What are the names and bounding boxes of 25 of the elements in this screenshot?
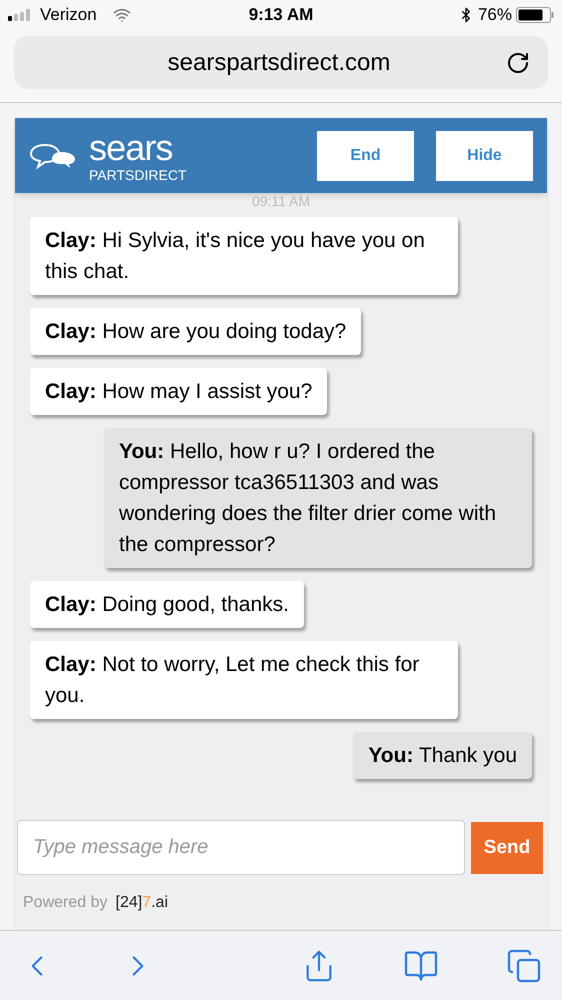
- send-button[interactable]: Send: [471, 822, 543, 874]
- message-input[interactable]: Type message here: [17, 820, 465, 875]
- wifi-icon: [112, 6, 131, 24]
- chat-message: Clay: How are you doing today?: [30, 308, 362, 355]
- vendor-logo: [24]7.ai: [116, 892, 168, 912]
- brand-logo: sears: [89, 130, 174, 166]
- powered-by-label: Powered by: [23, 892, 108, 912]
- tabs-icon[interactable]: [506, 948, 542, 984]
- carrier-name: Verizon: [40, 4, 97, 26]
- chat-bubbles-icon: [29, 142, 77, 168]
- url-text: searspartsdirect.com: [166, 48, 392, 78]
- reload-icon[interactable]: [506, 50, 530, 74]
- brand-subtitle: PARTSDIRECT: [89, 168, 186, 182]
- address-bar[interactable]: searspartsdirect.com: [14, 36, 548, 89]
- battery-icon: [516, 7, 554, 23]
- clock: 9:13 AM: [248, 4, 314, 26]
- chat-message: Clay: Doing good, thanks.: [30, 581, 304, 628]
- chat-message: You: Thank you: [353, 732, 532, 779]
- chat-message: Clay: Hi Sylvia, it's nice you have you on this chat.: [30, 217, 458, 295]
- header-button[interactable]: End: [317, 130, 414, 180]
- battery-percent: 76%: [478, 4, 512, 26]
- chat-message: You: Hello, how r u? I ordered the compressor tca36511303 and was wondering does the filter drier come with the compressor?: [104, 428, 532, 568]
- chat-message: Clay: Not to worry, Let me check this for you.: [30, 641, 458, 719]
- header-button[interactable]: Hide: [436, 130, 533, 180]
- chat-message: Clay: How may I assist you?: [30, 368, 328, 415]
